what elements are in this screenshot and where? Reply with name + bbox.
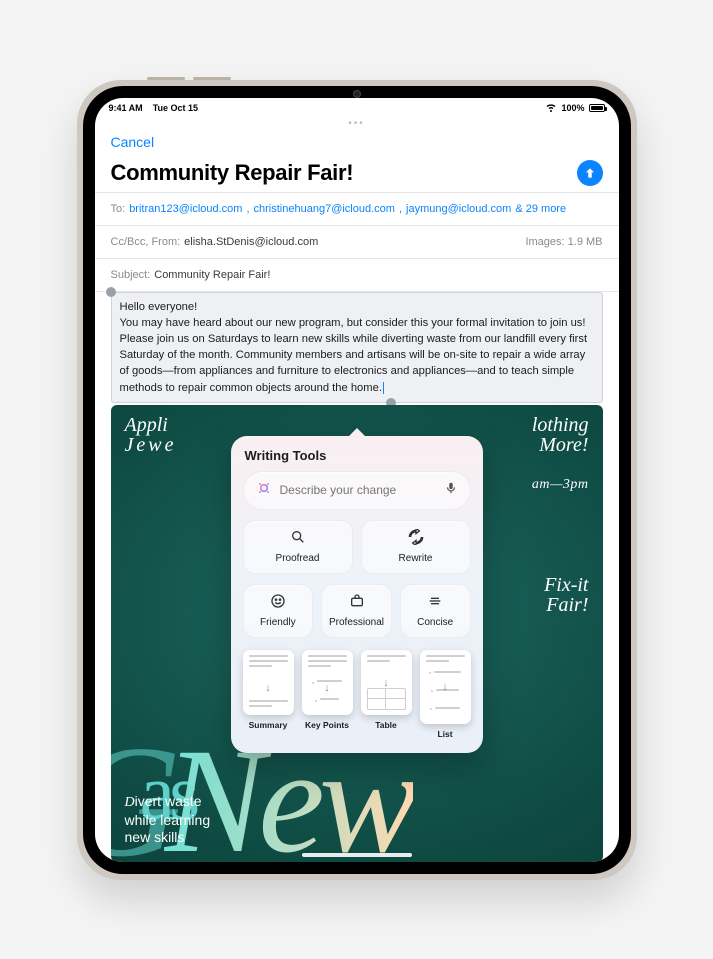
poster-text: Appli Jewe (125, 415, 177, 455)
compose-header: Cancel Community Repair Fair! (95, 132, 619, 192)
images-label: Images: (525, 236, 564, 248)
poster-text: lothing More! (532, 415, 589, 455)
to-label: To: (111, 203, 126, 215)
compose-title: Community Repair Fair! (111, 160, 354, 186)
table-option[interactable]: ↓ Table (361, 650, 412, 739)
describe-change-field[interactable] (243, 471, 471, 510)
body-paragraph: You may have heard about our new program… (120, 317, 588, 394)
writing-tools-popover: Writing Tools Proofread (231, 436, 483, 753)
ccbcc-from-field[interactable]: Cc/Bcc, From: elisha.StDenis@icloud.com … (95, 226, 619, 258)
poster-caption: Divert waste while learning new skills (125, 793, 211, 845)
to-recipient[interactable]: christinehuang7@icloud.com (254, 203, 395, 215)
professional-label: Professional (329, 617, 384, 628)
from-address: elisha.StDenis@icloud.com (184, 236, 318, 248)
describe-change-input[interactable] (280, 483, 436, 497)
body-greeting: Hello everyone! (120, 301, 198, 313)
concise-button[interactable]: Concise (400, 584, 471, 638)
intelligence-icon (256, 480, 272, 501)
summary-option[interactable]: ↓ Summary (243, 650, 294, 739)
to-recipient[interactable]: britran123@icloud.com (129, 203, 242, 215)
camera-dot (353, 90, 361, 98)
text-caret (383, 382, 384, 394)
proofread-label: Proofread (276, 553, 320, 564)
battery-percent: 100% (561, 103, 584, 113)
list-option[interactable]: ↓ List (420, 650, 471, 739)
rewrite-icon (408, 529, 424, 545)
summary-label: Summary (243, 720, 294, 730)
summary-thumb: ↓ (243, 650, 294, 715)
images-size: 1.9 MB (568, 236, 603, 248)
poster-text: Fix-it Fair! (544, 575, 588, 615)
briefcase-icon (349, 593, 365, 609)
mic-icon[interactable] (444, 481, 458, 500)
professional-button[interactable]: Professional (321, 584, 392, 638)
selected-text[interactable]: Hello everyone! You may have heard about… (111, 292, 603, 403)
to-field[interactable]: To: britran123@icloud.com, christinehuan… (95, 193, 619, 225)
sheet-grabber[interactable]: ••• (95, 118, 619, 132)
status-left: 9:41 AM Tue Oct 15 (109, 103, 199, 113)
concise-label: Concise (417, 617, 453, 628)
subject-label: Subject: (111, 269, 151, 281)
send-button[interactable] (577, 160, 603, 186)
popover-arrow (348, 428, 366, 437)
battery-icon (589, 104, 605, 112)
friendly-label: Friendly (260, 617, 296, 628)
cancel-button[interactable]: Cancel (111, 134, 603, 150)
poster-caption-rest: ivert waste while learning new skills (125, 793, 211, 845)
subject-field[interactable]: Subject: Community Repair Fair! (95, 259, 619, 291)
ipad-frame: 9:41 AM Tue Oct 15 100% ••• Cancel Commu… (77, 80, 637, 880)
home-indicator[interactable] (302, 853, 412, 857)
list-label: List (420, 729, 471, 739)
poster-time: am—3pm (532, 477, 589, 493)
selection-handle-start[interactable] (106, 287, 116, 297)
screen: 9:41 AM Tue Oct 15 100% ••• Cancel Commu… (95, 98, 619, 862)
body-area[interactable]: Hello everyone! You may have heard about… (95, 292, 619, 403)
keypoints-thumb: ↓ (302, 650, 353, 715)
keypoints-label: Key Points (302, 720, 353, 730)
subject-value: Community Repair Fair! (154, 269, 270, 281)
arrow-up-icon (583, 166, 597, 180)
list-thumb: ↓ (420, 650, 471, 724)
table-label: Table (361, 720, 412, 730)
concise-icon (427, 593, 443, 609)
to-recipient[interactable]: jaymung@icloud.com (406, 203, 511, 215)
status-time: 9:41 AM (109, 103, 143, 113)
writing-tools-title: Writing Tools (245, 448, 469, 463)
status-right: 100% (545, 101, 604, 115)
proofread-button[interactable]: Proofread (243, 520, 353, 574)
smile-icon (270, 593, 286, 609)
rewrite-label: Rewrite (399, 553, 433, 564)
magnifier-icon (290, 529, 306, 545)
status-bar: 9:41 AM Tue Oct 15 100% (95, 98, 619, 118)
wifi-icon (545, 101, 557, 115)
table-thumb: ↓ (361, 650, 412, 715)
status-date: Tue Oct 15 (153, 103, 198, 113)
friendly-button[interactable]: Friendly (243, 584, 314, 638)
keypoints-option[interactable]: ↓ Key Points (302, 650, 353, 739)
ccbcc-label: Cc/Bcc, From: (111, 236, 181, 248)
to-more[interactable]: & 29 more (515, 203, 566, 215)
rewrite-button[interactable]: Rewrite (361, 520, 471, 574)
ipad-bezel: 9:41 AM Tue Oct 15 100% ••• Cancel Commu… (83, 86, 631, 874)
